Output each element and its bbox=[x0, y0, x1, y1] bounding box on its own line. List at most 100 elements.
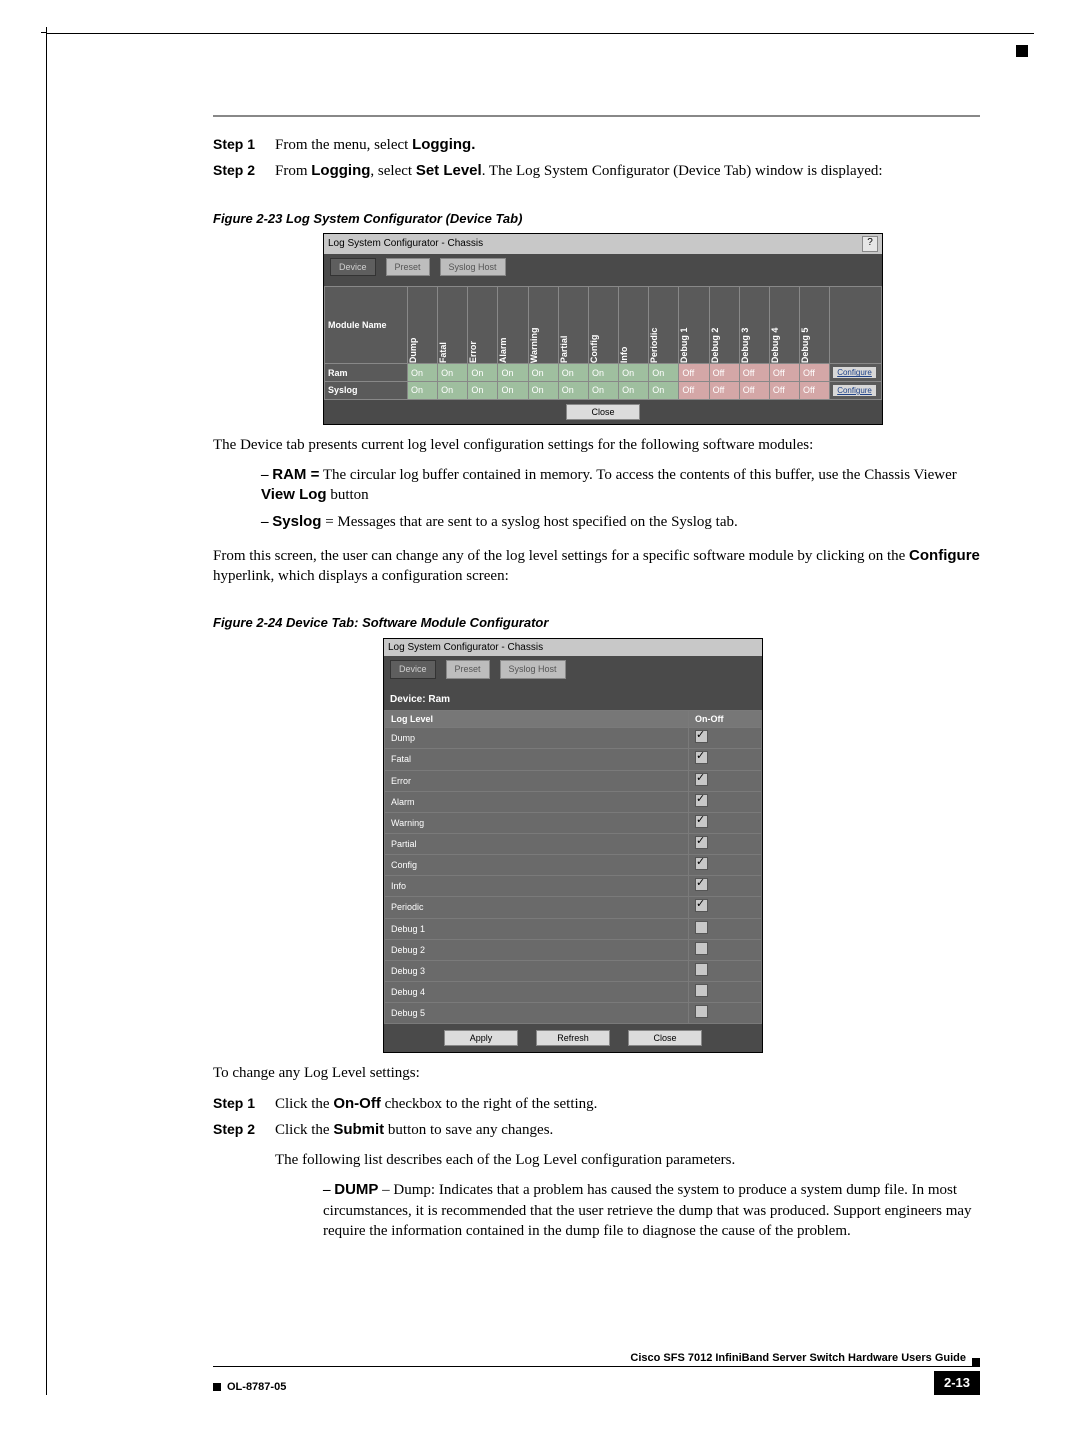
apply-button[interactable]: Apply bbox=[444, 1030, 518, 1046]
step-label: Step 2 bbox=[213, 161, 275, 181]
table-row: Info bbox=[385, 876, 762, 897]
onoff-checkbox[interactable] bbox=[695, 815, 708, 828]
column-header: Debug 4 bbox=[769, 287, 799, 364]
log-level-name: Partial bbox=[385, 833, 689, 854]
close-button[interactable]: Close bbox=[628, 1030, 702, 1046]
doc-title: Cisco SFS 7012 InfiniBand Server Switch … bbox=[213, 1351, 966, 1366]
tab-preset[interactable]: Preset bbox=[386, 258, 430, 276]
window-titlebar: Log System Configurator - Chassis ? bbox=[324, 234, 882, 254]
device-label: Device: Ram bbox=[384, 689, 762, 711]
log-level-cell: On bbox=[558, 364, 588, 382]
column-header: Alarm bbox=[498, 287, 528, 364]
table-row: Config bbox=[385, 855, 762, 876]
log-level-cell: On bbox=[558, 381, 588, 399]
tab-device[interactable]: Device bbox=[330, 258, 376, 276]
help-icon[interactable]: ? bbox=[862, 236, 878, 252]
step-label: Step 1 bbox=[213, 1094, 275, 1114]
configure-link[interactable]: Configure bbox=[833, 385, 876, 396]
section-rule bbox=[213, 115, 980, 117]
column-header: Debug 3 bbox=[739, 287, 769, 364]
paragraph: The Device tab presents current log leve… bbox=[213, 435, 980, 455]
table-row: Dump bbox=[385, 728, 762, 749]
log-level-name: Debug 1 bbox=[385, 918, 689, 939]
log-level-name: Config bbox=[385, 855, 689, 876]
log-level-cell: On bbox=[588, 381, 618, 399]
doc-code: OL-8787-05 bbox=[227, 1380, 286, 1395]
log-level-cell: On bbox=[408, 381, 438, 399]
fig24-window: Log System Configurator - Chassis Device… bbox=[383, 638, 763, 1053]
onoff-checkbox[interactable] bbox=[695, 773, 708, 786]
configure-link[interactable]: Configure bbox=[833, 367, 876, 378]
log-level-cell: Off bbox=[709, 364, 739, 382]
module-config-table: Log Level On-Off DumpFatalErrorAlarmWarn… bbox=[384, 710, 762, 1024]
tab-syslog-host[interactable]: Syslog Host bbox=[440, 258, 506, 276]
tab-device[interactable]: Device bbox=[390, 660, 436, 678]
onoff-checkbox[interactable] bbox=[695, 730, 708, 743]
onoff-checkbox[interactable] bbox=[695, 878, 708, 891]
refresh-button[interactable]: Refresh bbox=[536, 1030, 610, 1046]
step-body: From the menu, select Logging. bbox=[275, 135, 980, 155]
onoff-checkbox[interactable] bbox=[695, 794, 708, 807]
table-row: Debug 3 bbox=[385, 960, 762, 981]
onoff-checkbox[interactable] bbox=[695, 1005, 708, 1018]
table-row: Debug 4 bbox=[385, 981, 762, 1002]
log-level-name: Debug 5 bbox=[385, 1003, 689, 1024]
log-level-cell: Off bbox=[739, 364, 769, 382]
onoff-checkbox[interactable] bbox=[695, 899, 708, 912]
onoff-checkbox[interactable] bbox=[695, 836, 708, 849]
log-level-cell: On bbox=[588, 364, 618, 382]
log-level-cell: On bbox=[528, 364, 558, 382]
close-button[interactable]: Close bbox=[566, 404, 640, 420]
log-level-cell: On bbox=[498, 381, 528, 399]
column-header: Debug 2 bbox=[709, 287, 739, 364]
onoff-checkbox[interactable] bbox=[695, 751, 708, 764]
paragraph: From this screen, the user can change an… bbox=[213, 546, 980, 587]
log-level-cell: On bbox=[468, 364, 498, 382]
onoff-checkbox[interactable] bbox=[695, 921, 708, 934]
log-level-name: Dump bbox=[385, 728, 689, 749]
paragraph: To change any Log Level settings: bbox=[213, 1063, 980, 1083]
log-level-name: Debug 4 bbox=[385, 981, 689, 1002]
column-header: Warning bbox=[528, 287, 558, 364]
log-level-name: Alarm bbox=[385, 791, 689, 812]
bullet-list: RAM = The circular log buffer contained … bbox=[213, 465, 980, 532]
column-header: Periodic bbox=[649, 287, 679, 364]
log-level-cell: On bbox=[528, 381, 558, 399]
page-number-badge: 2-13 bbox=[934, 1371, 980, 1395]
list-item: Syslog = Messages that are sent to a sys… bbox=[261, 512, 980, 532]
column-header: Fatal bbox=[438, 287, 468, 364]
tab-preset[interactable]: Preset bbox=[446, 660, 490, 678]
table-row: Error bbox=[385, 770, 762, 791]
page-frame: Step 1 From the menu, select Logging. St… bbox=[46, 33, 1034, 1395]
log-level-cell: On bbox=[649, 381, 679, 399]
footer-square-icon bbox=[213, 1383, 221, 1391]
log-level-name: Periodic bbox=[385, 897, 689, 918]
crop-mark-icon bbox=[1016, 45, 1028, 57]
onoff-checkbox[interactable] bbox=[695, 984, 708, 997]
step-row: Step 2 From Logging, select Set Level. T… bbox=[213, 161, 980, 181]
figure-caption: Figure 2-24 Device Tab: Software Module … bbox=[213, 614, 980, 632]
column-header: Error bbox=[468, 287, 498, 364]
log-level-cell: On bbox=[619, 364, 649, 382]
step-row: Step 1 From the menu, select Logging. bbox=[213, 135, 980, 155]
column-header: Debug 1 bbox=[679, 287, 709, 364]
step-body: Click the On-Off checkbox to the right o… bbox=[275, 1094, 980, 1114]
log-level-cell: On bbox=[619, 381, 649, 399]
window-title: Log System Configurator - Chassis bbox=[388, 641, 543, 655]
onoff-checkbox[interactable] bbox=[695, 963, 708, 976]
step-label: Step 2 bbox=[213, 1120, 275, 1140]
log-level-cell: On bbox=[649, 364, 679, 382]
log-level-cell: Off bbox=[679, 364, 709, 382]
column-header: Partial bbox=[558, 287, 588, 364]
tab-bar: Device Preset Syslog Host bbox=[384, 656, 762, 688]
step-body: From Logging, select Set Level. The Log … bbox=[275, 161, 980, 181]
tab-syslog-host[interactable]: Syslog Host bbox=[500, 660, 566, 678]
table-row: SyslogOnOnOnOnOnOnOnOnOnOffOffOffOffOffC… bbox=[325, 381, 882, 399]
onoff-checkbox[interactable] bbox=[695, 857, 708, 870]
table-row: Alarm bbox=[385, 791, 762, 812]
figure-caption: Figure 2-23 Log System Configurator (Dev… bbox=[213, 210, 980, 228]
onoff-checkbox[interactable] bbox=[695, 942, 708, 955]
log-level-cell: On bbox=[438, 381, 468, 399]
table-row: Partial bbox=[385, 833, 762, 854]
log-level-cell: Off bbox=[709, 381, 739, 399]
